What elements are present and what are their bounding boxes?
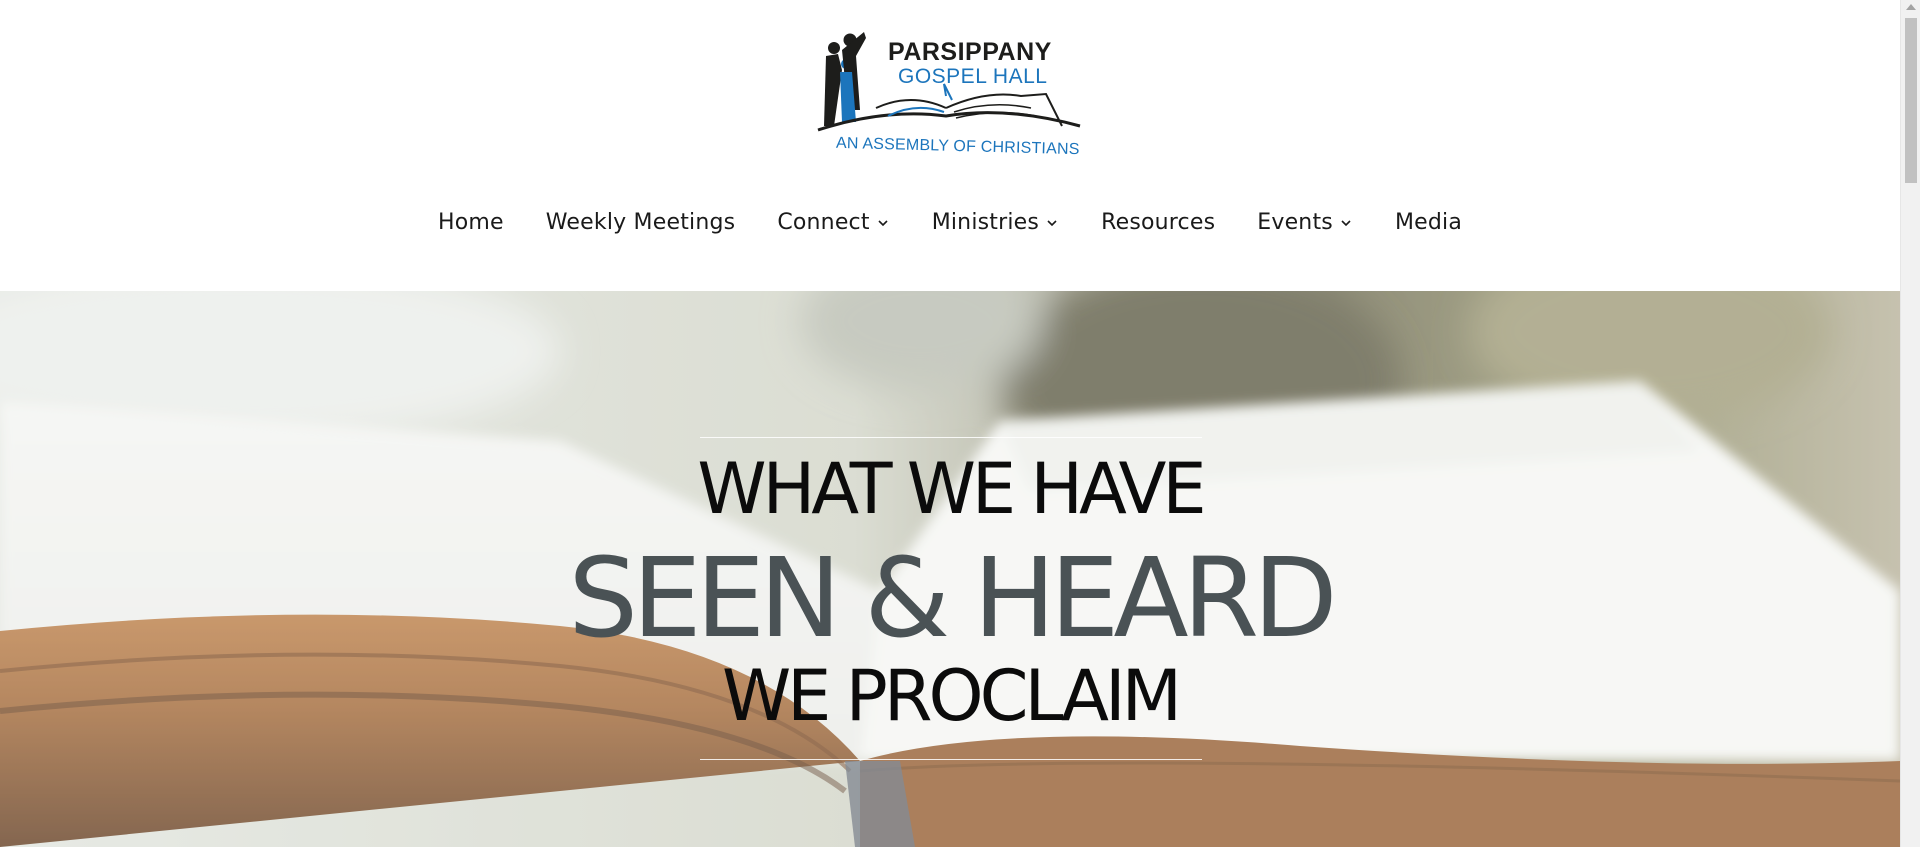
logo-title: PARSIPPANY	[888, 38, 1052, 66]
chevron-down-icon	[876, 216, 890, 230]
nav-item-ministries[interactable]: Ministries	[932, 210, 1059, 235]
nav-item-label: Events	[1257, 210, 1333, 235]
hero-bottom-divider	[700, 759, 1202, 760]
hero-heading-line2: SEEN & HEARD	[568, 534, 1337, 662]
nav-item-label: Home	[437, 210, 504, 235]
site-logo[interactable]: PARSIPPANY GOSPEL HALL AN ASSEMBLY OF CH…	[816, 30, 1084, 162]
chevron-down-icon	[1339, 216, 1353, 230]
chevron-down-icon	[1045, 216, 1059, 230]
logo-subtitle: GOSPEL HALL	[898, 65, 1048, 88]
nav-item-weekly-meetings[interactable]: Weekly Meetings	[546, 210, 736, 235]
scrollbar-thumb[interactable]	[1905, 18, 1917, 183]
site-header: PARSIPPANY GOSPEL HALL AN ASSEMBLY OF CH…	[0, 0, 1900, 291]
hero-content: WHAT WE HAVE SEEN & HEARD WE PROCLAIM	[0, 291, 1900, 847]
nav-item-resources[interactable]: Resources	[1101, 210, 1215, 235]
page-scrollbar[interactable]	[1900, 0, 1920, 847]
scroll-up-arrow-icon[interactable]	[1906, 4, 1916, 10]
nav-item-media[interactable]: Media	[1395, 210, 1462, 235]
main-navigation: Home Weekly Meetings Connect Ministries …	[0, 210, 1900, 235]
hero-top-divider	[700, 437, 1202, 438]
hero-banner: WHAT WE HAVE SEEN & HEARD WE PROCLAIM	[0, 291, 1900, 847]
hero-heading-line3: WE PROCLAIM	[721, 655, 1182, 737]
nav-item-label: Weekly Meetings	[545, 210, 736, 235]
nav-item-home[interactable]: Home	[438, 210, 504, 235]
nav-item-connect[interactable]: Connect	[777, 210, 889, 235]
nav-item-label: Resources	[1101, 210, 1216, 235]
hero-heading-line1: WHAT WE HAVE	[697, 448, 1206, 530]
nav-item-label: Media	[1394, 210, 1463, 235]
nav-item-label: Ministries	[931, 210, 1040, 235]
nav-item-label: Connect	[777, 210, 870, 235]
nav-item-events[interactable]: Events	[1257, 210, 1353, 235]
